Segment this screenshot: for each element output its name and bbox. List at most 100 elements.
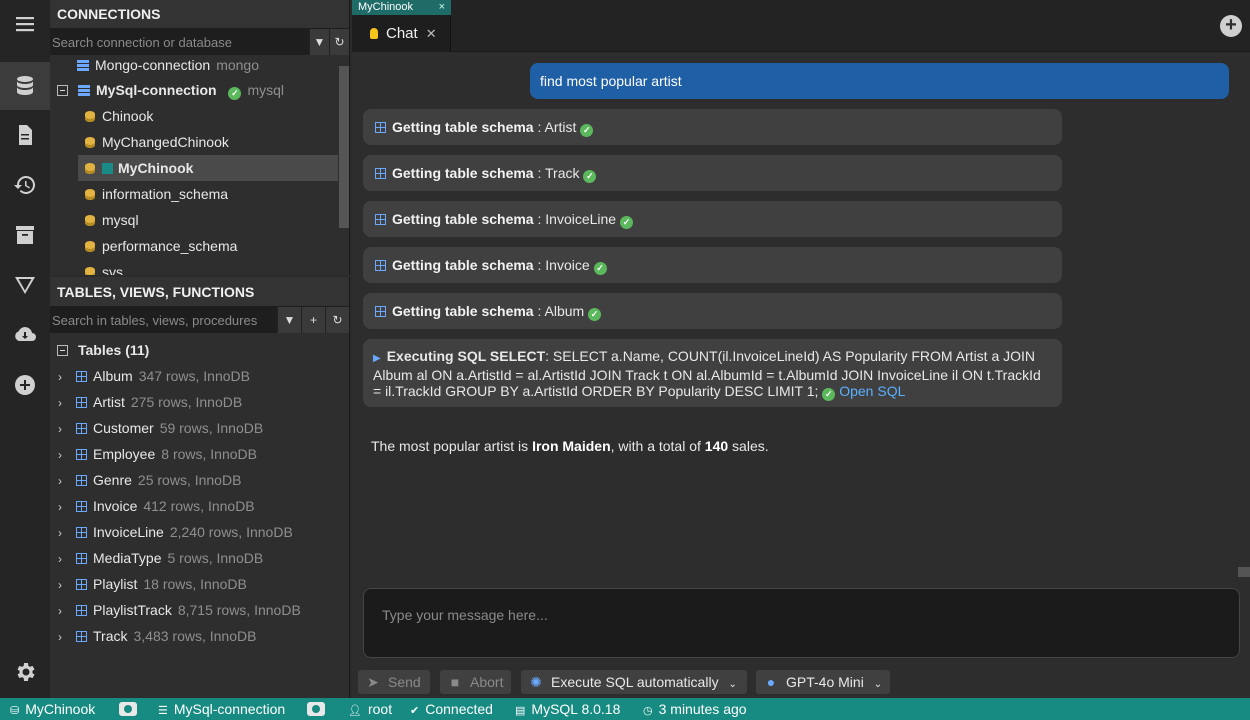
table-name: MediaType [93,550,162,566]
tab-chat[interactable]: Chat ✕ [352,15,451,52]
table-meta: 347 rows, InnoDB [138,368,250,384]
refresh-icon[interactable]: ↻ [329,29,349,55]
filter-icon[interactable]: ▼ [277,307,301,333]
chevron-right-icon[interactable]: › [58,572,68,598]
chevron-down-icon: ⌄ [728,679,737,690]
chevron-right-icon[interactable]: › [58,416,68,442]
open-sql-link[interactable]: Open SQL [839,383,905,399]
archive-icon[interactable] [0,211,50,259]
chat-toolbar: ➤ Send ■ Abort ✺ Execute SQL automatically … [352,668,1250,698]
table-row[interactable]: › PlaylistTrack 8,715 rows, InnoDB [50,597,301,623]
close-icon[interactable]: × [439,0,445,15]
table-row[interactable]: › MediaType 5 rows, InnoDB [50,545,263,571]
bulb-icon: ● [766,674,776,690]
add-connection-icon[interactable] [0,361,50,409]
connection-item[interactable]: Mongo-connection mongo [77,55,259,78]
table-meta: 3,483 rows, InnoDB [133,628,257,644]
send-button[interactable]: ➤ Send [358,670,430,694]
status-database-label: MyChinook [25,701,96,717]
chevron-right-icon[interactable]: › [58,364,68,390]
connection-type: mysql [247,82,285,98]
chevron-right-icon[interactable]: › [58,624,68,650]
table-icon [76,579,87,590]
table-row[interactable]: › Playlist 18 rows, InnoDB [50,571,247,597]
main-area: MyChinook × Chat ✕ + find most popular a… [352,0,1250,698]
add-icon[interactable]: + [301,307,325,333]
table-row[interactable]: › Invoice 412 rows, InnoDB [50,493,255,519]
chevron-right-icon[interactable]: › [58,442,68,468]
database-icon: ⛁ [10,705,20,717]
database-item[interactable]: performance_schema [85,233,237,259]
file-icon[interactable] [0,111,50,159]
palette-icon[interactable] [307,698,325,720]
status-connection[interactable]: ☰ MySql-connection [158,698,285,720]
chevron-right-icon[interactable]: › [58,390,68,416]
collapse-icon[interactable] [57,345,68,356]
filter-icon[interactable] [0,261,50,309]
filter-icon[interactable]: ▼ [309,29,329,55]
status-database[interactable]: ⛁ MyChinook [10,698,95,720]
database-item-selected[interactable]: MyChinook [78,155,338,181]
tab-database[interactable]: MyChinook × [352,0,451,15]
tables-group[interactable]: Tables (11) [57,337,149,363]
expand-triangle-icon[interactable]: ▶ [373,353,381,364]
database-item[interactable]: sys [85,259,123,275]
table-row[interactable]: › InvoiceLine 2,240 rows, InnoDB [50,519,293,545]
history-icon[interactable] [0,161,50,209]
table-icon [76,527,87,538]
table-row[interactable]: › Genre 25 rows, InnoDB [50,467,241,493]
connections-scrollbar[interactable] [339,66,349,228]
step-title: Getting table schema [392,303,534,319]
add-tab-icon[interactable]: + [1220,15,1242,37]
success-check-icon: ✓ [593,262,607,275]
menu-icon[interactable] [0,0,50,48]
tables-header: TABLES, VIEWS, FUNCTIONS [50,277,349,307]
table-row[interactable]: › Album 347 rows, InnoDB [50,363,250,389]
schema-step: Getting table schema : Invoice ✓ [363,247,1062,283]
chevron-right-icon[interactable]: › [58,546,68,572]
table-icon [76,501,87,512]
settings-gear-icon[interactable] [0,648,50,696]
connections-search-input[interactable] [50,29,309,55]
close-icon[interactable]: ✕ [426,26,437,42]
success-check-icon: ✓ [583,170,597,183]
chevron-right-icon[interactable]: › [58,468,68,494]
connection-item[interactable]: MySql-connection ✓ mysql [57,77,284,103]
database-icon [85,267,95,275]
chevron-right-icon[interactable]: › [58,520,68,546]
assistant-answer: The most popular artist is Iron Maiden, … [371,438,769,454]
model-dropdown[interactable]: ● GPT-4o Mini ⌄ [756,670,890,694]
database-icon [85,137,95,148]
step-table: InvoiceLine [545,211,617,227]
database-icon [85,163,95,174]
chat-scrollbar[interactable] [1238,567,1250,577]
abort-button[interactable]: ■ Abort [440,670,511,694]
database-item[interactable]: information_schema [85,181,228,207]
connections-header: CONNECTIONS [50,0,349,29]
database-label: information_schema [102,186,229,202]
database-item[interactable]: mysql [85,207,139,233]
tables-search-input[interactable] [50,307,277,333]
table-row[interactable]: › Artist 275 rows, InnoDB [50,389,242,415]
color-marker [102,163,113,174]
chevron-right-icon[interactable]: › [58,598,68,624]
palette-icon[interactable] [119,698,137,720]
model-label: GPT-4o Mini [786,674,864,690]
cloud-icon[interactable] [0,311,50,359]
database-icon[interactable] [0,62,50,110]
table-row[interactable]: › Employee 8 rows, InnoDB [50,441,257,467]
message-input[interactable] [363,588,1240,658]
chevron-right-icon[interactable]: › [58,494,68,520]
database-item[interactable]: MyChangedChinook [85,129,229,155]
database-label: mysql [102,212,139,228]
refresh-icon[interactable]: ↻ [325,307,349,333]
table-row[interactable]: › Customer 59 rows, InnoDB [50,415,263,441]
collapse-icon[interactable] [57,85,68,96]
connections-search-row: ▼ ↻ [50,29,349,55]
status-user-label: root [367,701,393,717]
schema-step: Getting table schema : Track ✓ [363,155,1062,191]
table-row[interactable]: › Track 3,483 rows, InnoDB [50,623,256,649]
database-label: MyChangedChinook [102,134,229,150]
execute-sql-dropdown[interactable]: ✺ Execute SQL automatically ⌄ [521,670,747,694]
database-item[interactable]: Chinook [85,103,153,129]
